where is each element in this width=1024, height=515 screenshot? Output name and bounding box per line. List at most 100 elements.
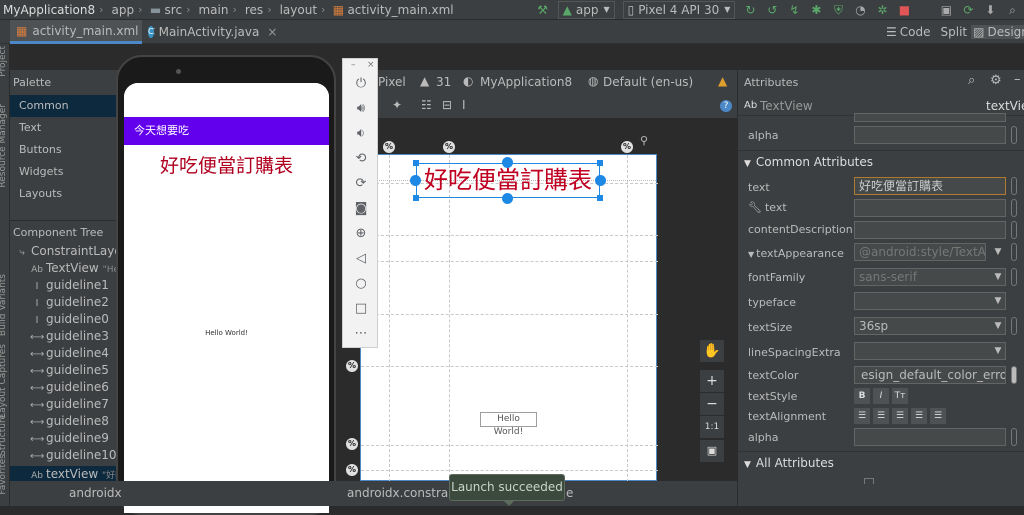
tree-item-guideline8[interactable]: ⟷ guideline8 bbox=[10, 413, 120, 430]
resource-manager-tool-tab[interactable]: Resource Manager bbox=[0, 104, 8, 188]
breadcrumb-res[interactable]: res bbox=[245, 3, 263, 17]
minimize-icon[interactable]: – bbox=[351, 60, 356, 70]
more-icon[interactable]: ⋯ bbox=[343, 322, 379, 346]
split-view-button[interactable]: Split bbox=[941, 25, 968, 39]
palette-category-widgets[interactable]: Widgets bbox=[10, 161, 120, 183]
chevron-down-icon[interactable]: ▼ bbox=[990, 317, 1006, 335]
close-icon[interactable]: × bbox=[267, 25, 277, 39]
breadcrumb-src[interactable]: src bbox=[165, 3, 183, 17]
attr-pin[interactable] bbox=[1011, 268, 1017, 286]
api-level-dropdown[interactable]: 31 bbox=[436, 75, 451, 89]
guideline-vertical[interactable] bbox=[627, 155, 628, 482]
palette-category-buttons[interactable]: Buttons bbox=[10, 139, 120, 161]
chevron-down-icon[interactable]: ▼ bbox=[990, 292, 1006, 310]
apply-changes-icon[interactable]: ↺ bbox=[764, 2, 780, 18]
tree-item-guideline1[interactable]: Iguideline1 bbox=[10, 277, 120, 294]
search-everywhere-icon[interactable]: ⌕ bbox=[1004, 2, 1020, 18]
attr-pin[interactable] bbox=[1011, 317, 1017, 335]
search-icon[interactable]: ⌕ bbox=[968, 73, 975, 88]
guideline-percent-marker[interactable]: % bbox=[443, 141, 455, 153]
tree-item-guideline9[interactable]: ⟷ guideline9 bbox=[10, 430, 120, 447]
guidelines-icon[interactable]: I bbox=[462, 98, 466, 112]
hello-world-textview[interactable]: Hello World! bbox=[480, 412, 537, 437]
tree-item-guideline10[interactable]: ⟷ guideline10 bbox=[10, 447, 120, 464]
resize-handle[interactable] bbox=[413, 195, 419, 201]
bold-icon[interactable]: B bbox=[854, 388, 870, 404]
guideline-horizontal[interactable] bbox=[361, 445, 658, 446]
guideline-horizontal[interactable] bbox=[361, 235, 658, 236]
component-path-left[interactable]: androidx bbox=[69, 486, 122, 500]
profiler-icon[interactable]: ◔ bbox=[852, 2, 868, 18]
tree-item-guideline4[interactable]: ⟷ guideline4 bbox=[10, 345, 120, 362]
attr-field-alpha-top[interactable] bbox=[854, 126, 1006, 144]
attr-pin[interactable] bbox=[1011, 221, 1017, 239]
attr-field-text-color[interactable]: esign_default_color_error bbox=[854, 366, 1006, 384]
warning-icon[interactable]: ▲ bbox=[718, 74, 727, 88]
attr-field-content-description[interactable] bbox=[854, 221, 1006, 239]
breadcrumb-project[interactable]: MyApplication8 bbox=[3, 3, 95, 17]
resize-handle[interactable] bbox=[597, 195, 603, 201]
project-tool-tab[interactable]: Project bbox=[0, 46, 8, 77]
coverage-icon[interactable]: ⛨ bbox=[830, 2, 846, 18]
attr-field-typeface[interactable] bbox=[854, 292, 1006, 310]
align-icon[interactable]: ⊟ bbox=[442, 98, 452, 112]
constraint-handle-left[interactable] bbox=[410, 175, 421, 186]
tree-item-guideline6[interactable]: ⟷ guideline6 bbox=[10, 379, 120, 396]
palette-category-text[interactable]: Text bbox=[10, 117, 120, 139]
guideline-horizontal[interactable] bbox=[361, 366, 658, 367]
chevron-down-icon[interactable]: ▼ bbox=[990, 243, 1006, 261]
tree-item-guideline5[interactable]: ⟷ guideline5 bbox=[10, 362, 120, 379]
tree-item-textview-hello[interactable]: Ab TextView "He bbox=[10, 260, 120, 277]
pan-tool-icon[interactable]: ✋ bbox=[700, 340, 724, 362]
resize-handle[interactable] bbox=[597, 160, 603, 166]
breadcrumb-app[interactable]: app bbox=[112, 3, 135, 17]
all-attributes-section[interactable]: ▼ All Attributes bbox=[738, 451, 1024, 473]
breadcrumb-layout[interactable]: layout bbox=[280, 3, 317, 17]
sync-icon[interactable]: ⟳ bbox=[960, 2, 976, 18]
device-manager-icon[interactable]: ▣ bbox=[938, 2, 954, 18]
palette-category-common[interactable]: Common bbox=[10, 95, 120, 117]
component-path[interactable]: androidx.constraint bbox=[347, 486, 464, 500]
guideline-vertical[interactable] bbox=[449, 155, 450, 482]
attr-field-text[interactable]: 好吃便當訂購表 bbox=[854, 177, 1006, 195]
attr-pin[interactable] bbox=[1011, 199, 1017, 217]
emulator-screen[interactable]: 今天想要吃 好吃便當訂購表 Hello World! bbox=[124, 83, 329, 513]
attr-pin[interactable] bbox=[1011, 243, 1017, 261]
tree-item-guideline7[interactable]: ⟷ guideline7 bbox=[10, 396, 120, 413]
zoom-out-button[interactable]: − bbox=[700, 393, 724, 415]
attr-field-alpha[interactable] bbox=[854, 428, 1006, 446]
attr-pin[interactable] bbox=[1011, 428, 1017, 446]
align-center-icon[interactable]: ☰ bbox=[892, 408, 908, 424]
guideline-vertical[interactable] bbox=[389, 155, 390, 482]
design-view-button[interactable]: ▨ Design bbox=[971, 25, 1024, 39]
tree-item-guideline2[interactable]: Iguideline2 bbox=[10, 294, 120, 311]
constraint-handle-right[interactable] bbox=[595, 175, 606, 186]
camera-icon[interactable]: ◙ bbox=[343, 197, 379, 221]
device-dropdown[interactable]: ▯ Pixel 4 API 30 ▼ bbox=[622, 0, 736, 19]
zoom-icon[interactable]: ⊕ bbox=[343, 222, 379, 246]
resize-handle[interactable] bbox=[413, 160, 419, 166]
home-icon[interactable]: ○ bbox=[343, 272, 379, 296]
prior-attribute-field[interactable] bbox=[854, 113, 1006, 122]
favorites-tool-tab[interactable]: Favorites bbox=[0, 454, 8, 495]
stop-icon[interactable]: ■ bbox=[896, 2, 912, 18]
attr-pin[interactable] bbox=[1011, 366, 1017, 384]
tab-main-activity[interactable]: C MainActivity.java × bbox=[142, 20, 277, 44]
guideline-percent-marker[interactable]: % bbox=[346, 464, 358, 476]
all-caps-icon[interactable]: Tт bbox=[892, 388, 908, 404]
attr-field-text-appearance[interactable]: @android:style/TextApp bbox=[854, 243, 986, 261]
attr-field-tools-text[interactable] bbox=[854, 199, 1006, 217]
theme-dropdown[interactable]: MyApplication8 bbox=[480, 75, 572, 89]
chevron-down-icon[interactable]: ▼ bbox=[990, 342, 1006, 360]
power-icon[interactable]: ⏻ bbox=[343, 72, 379, 96]
guideline-horizontal[interactable] bbox=[361, 470, 658, 471]
align-left-icon[interactable]: ☰ bbox=[873, 408, 889, 424]
build-variants-tool-tab[interactable]: Build Variants bbox=[0, 274, 8, 336]
align-right-icon[interactable]: ☰ bbox=[911, 408, 927, 424]
breadcrumb-file[interactable]: activity_main.xml bbox=[347, 3, 453, 17]
minimize-panel-icon[interactable]: – bbox=[1014, 72, 1021, 87]
attribute-checkbox[interactable] bbox=[864, 478, 874, 484]
tree-item-constraintlayout[interactable]: ⤷ ConstraintLayout bbox=[10, 243, 120, 260]
attach-debugger-icon[interactable]: ✲ bbox=[874, 2, 890, 18]
volume-up-icon[interactable]: 🔊︎ bbox=[343, 97, 379, 121]
